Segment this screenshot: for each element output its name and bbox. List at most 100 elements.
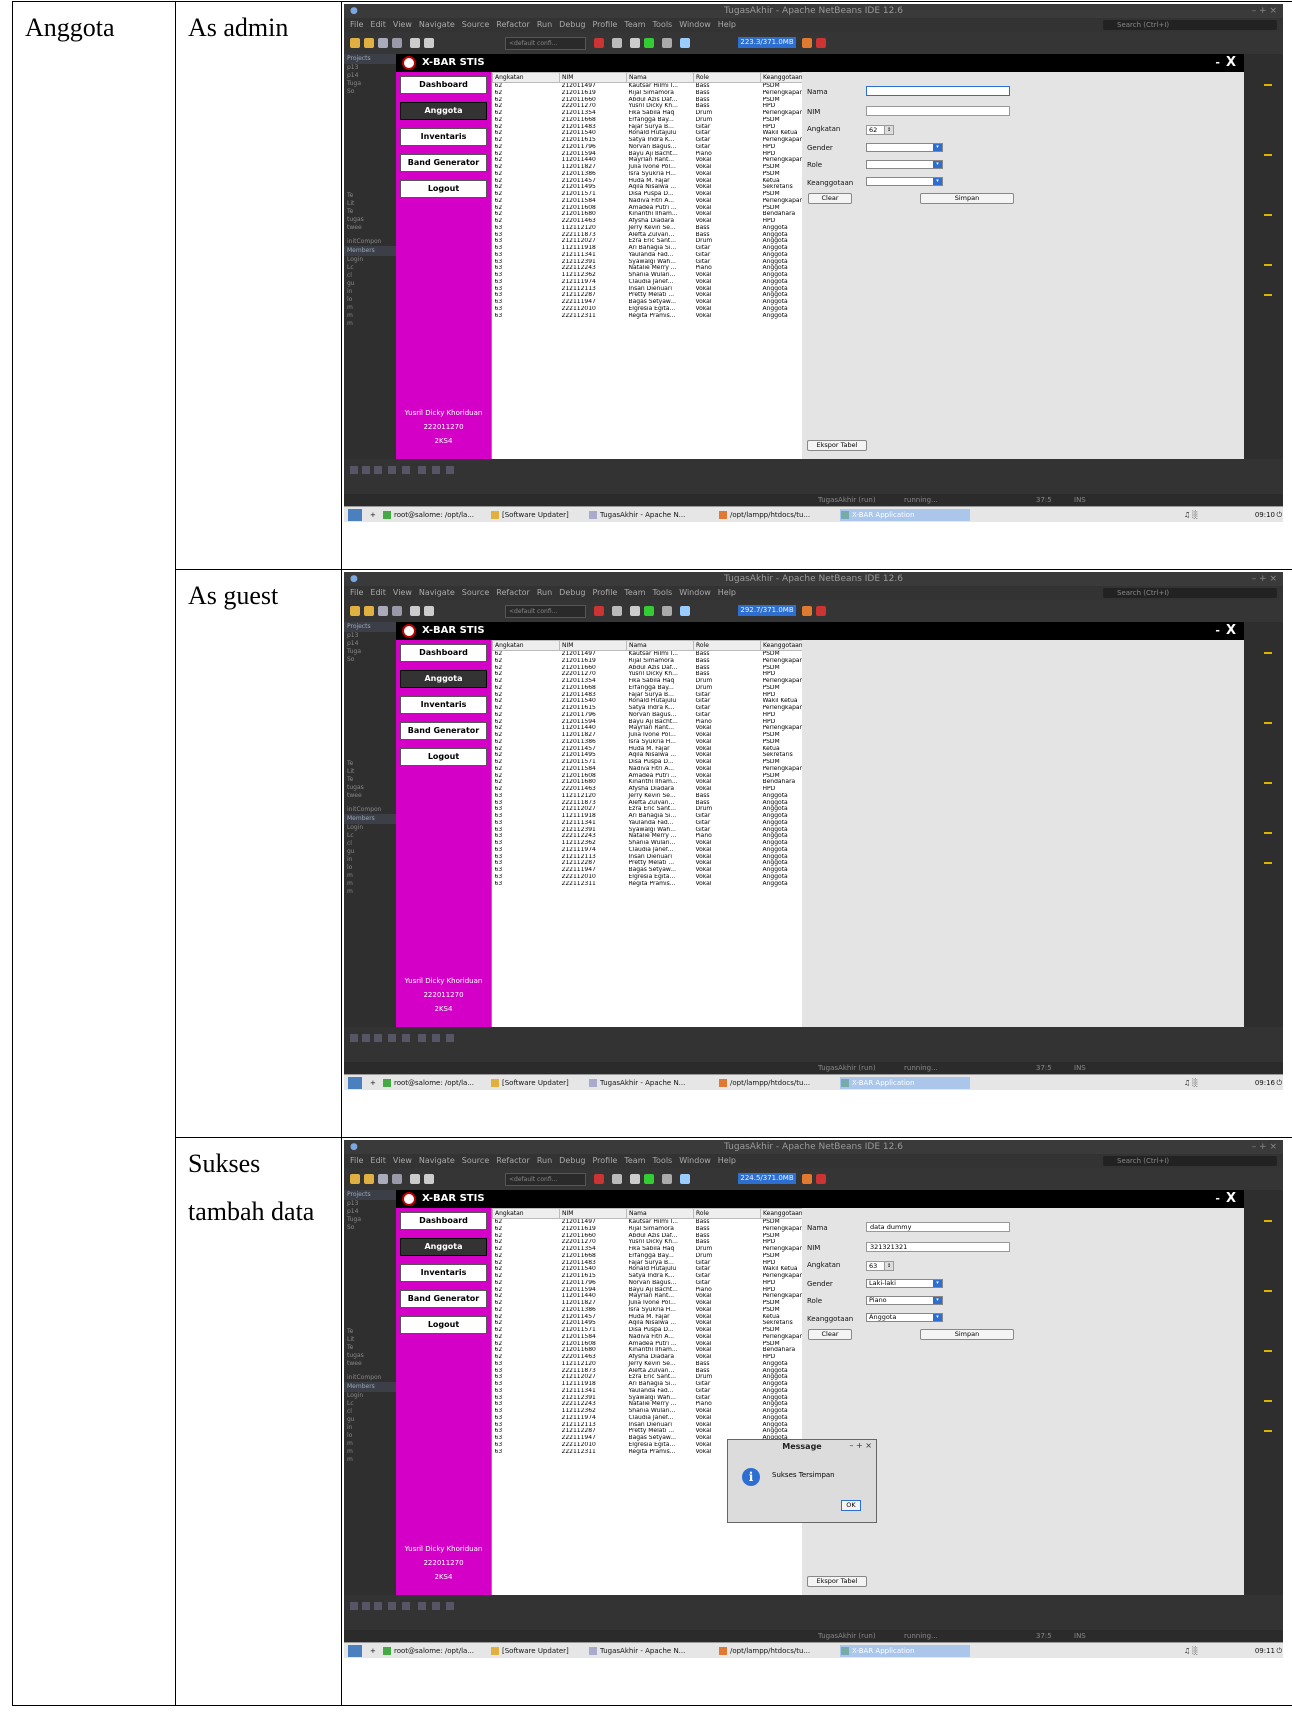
start-menu-button[interactable] bbox=[348, 509, 362, 521]
table-row[interactable]: 63 212111974 Claudia Janef... Vokal Anggota bbox=[493, 279, 829, 286]
member-item[interactable]: lo bbox=[344, 296, 396, 304]
project-tree-item[interactable] bbox=[344, 104, 396, 112]
table-row[interactable]: 63 222111873 Alefta Zulvan... Bass Anggota bbox=[493, 232, 829, 239]
project-tree-item[interactable] bbox=[344, 96, 396, 104]
menu-item[interactable]: View bbox=[393, 588, 412, 597]
new-file-icon[interactable] bbox=[364, 606, 374, 616]
table-row[interactable]: 62 212011584 Nadiva Fitri A... Vokal Perleng… bbox=[493, 766, 829, 773]
member-item[interactable]: cl bbox=[344, 1408, 396, 1416]
project-tree-item[interactable] bbox=[344, 1272, 396, 1280]
table-row[interactable]: 63 212111341 Yaulanda Fad... Gitar Anggota bbox=[493, 252, 829, 259]
debug-icon[interactable] bbox=[662, 38, 672, 48]
project-tree-item[interactable] bbox=[344, 672, 396, 680]
members-table-area[interactable]: Angkatan NIM Nama Role Keanggotaan 62 21201149… bbox=[491, 72, 829, 459]
table-row[interactable]: 62 222011270 Yusril Dicky Kh... Bass HPD bbox=[493, 1239, 829, 1246]
start-menu-button[interactable] bbox=[348, 1077, 362, 1089]
clean-build-icon[interactable] bbox=[612, 1174, 622, 1184]
column-header[interactable]: Role bbox=[693, 1208, 761, 1219]
menu-item[interactable]: Window bbox=[679, 1156, 711, 1165]
clear-button[interactable]: Clear bbox=[808, 193, 852, 204]
project-tree-item[interactable]: Tuga bbox=[344, 1216, 396, 1224]
gc2-icon[interactable] bbox=[816, 1174, 826, 1184]
table-row[interactable]: 63 112112120 Jerry Kevin Se... Bass Anggota bbox=[493, 793, 829, 800]
table-row[interactable]: 63 212112391 Syawalgi Wah... Gitar Anggota bbox=[493, 1395, 829, 1402]
project-tree-item[interactable]: Te bbox=[344, 776, 396, 784]
table-row[interactable]: 62 212011495 Aqila Nisalwa ... Vokal Sekreta… bbox=[493, 752, 829, 759]
table-row[interactable]: 63 222112243 Natalie Merry ... Piano Anggota bbox=[493, 833, 829, 840]
member-item[interactable]: in bbox=[344, 288, 396, 296]
project-tree-item[interactable]: p14 bbox=[344, 72, 396, 80]
column-header[interactable]: Angkatan bbox=[492, 1208, 560, 1219]
table-row[interactable]: 63 222111947 Bagas Setyaw... Vokal Anggota bbox=[493, 867, 829, 874]
menu-item[interactable]: Window bbox=[679, 588, 711, 597]
menu-item[interactable]: Edit bbox=[370, 588, 386, 597]
table-row[interactable]: 63 212112287 Pretty Melati ... Vokal Anggota bbox=[493, 292, 829, 299]
wrap-icon[interactable] bbox=[446, 1602, 454, 1610]
column-header[interactable]: NIM bbox=[559, 1208, 627, 1219]
nav-logout[interactable]: Logout bbox=[400, 748, 487, 766]
dialog-controls[interactable]: – + × bbox=[850, 1441, 873, 1450]
projects-tab[interactable]: Projects bbox=[344, 54, 396, 64]
members-table[interactable]: Angkatan NIM Nama Role Keanggotaan 62 21201149… bbox=[492, 1208, 829, 1455]
profile-icon[interactable] bbox=[680, 1174, 690, 1184]
gc2-icon[interactable] bbox=[816, 606, 826, 616]
member-item[interactable]: m bbox=[344, 1448, 396, 1456]
member-item[interactable]: m bbox=[344, 872, 396, 880]
project-tree-item[interactable] bbox=[344, 704, 396, 712]
debug-icon[interactable] bbox=[662, 1174, 672, 1184]
table-row[interactable]: 63 212112391 Syawalgi Wah... Gitar Anggota bbox=[493, 259, 829, 266]
table-row[interactable]: 63 112111918 Ari Bahagia Si... Gitar Anggota bbox=[493, 813, 829, 820]
close-button[interactable]: X bbox=[1226, 622, 1236, 640]
table-row[interactable]: 62 212011495 Aqila Nisalwa ... Vokal Sekreta… bbox=[493, 1320, 829, 1327]
table-row[interactable]: 62 112011827 Julia Ivone Pol... Vokal PSDM bbox=[493, 732, 829, 739]
project-tree-item[interactable]: tugas bbox=[344, 216, 396, 224]
test-icon[interactable] bbox=[630, 1174, 640, 1184]
profile-icon[interactable] bbox=[680, 606, 690, 616]
nav-dashboard[interactable]: Dashboard bbox=[400, 76, 487, 94]
table-row[interactable]: 62 212011584 Nadiva Fitri A... Vokal Perleng… bbox=[493, 1334, 829, 1341]
gc-icon[interactable] bbox=[802, 38, 812, 48]
table-row[interactable]: 62 212011540 Ronald Hutajulu Gitar Wakil Ket… bbox=[493, 1266, 829, 1273]
new-project-icon[interactable] bbox=[350, 606, 360, 616]
window-controls[interactable]: – + × bbox=[1252, 572, 1277, 586]
run-icon[interactable] bbox=[644, 38, 654, 48]
task-software-updater[interactable]: [Software Updater] bbox=[490, 509, 594, 521]
column-header[interactable]: Angkatan bbox=[492, 640, 560, 651]
menu-item[interactable]: Run bbox=[537, 588, 552, 597]
menu-item[interactable]: Debug bbox=[559, 20, 585, 29]
test-icon[interactable] bbox=[630, 606, 640, 616]
keanggotaan-select[interactable]: Anggota ▾ bbox=[866, 1313, 943, 1322]
table-row[interactable]: 63 212112027 Ezra Eric Sant... Drum Anggota bbox=[493, 1374, 829, 1381]
menu-item[interactable]: Source bbox=[462, 588, 489, 597]
table-row[interactable]: 62 212011584 Nadiva Fitri A... Vokal Perleng… bbox=[493, 198, 829, 205]
table-row[interactable]: 62 112011827 Julia Ivone Pol... Vokal PSDM bbox=[493, 164, 829, 171]
table-row[interactable]: 62 212011497 Kautsar Hilmi I... Bass PSDM bbox=[493, 651, 829, 658]
memory-indicator[interactable]: 292.7/371.0MB bbox=[738, 605, 796, 616]
undo-icon[interactable] bbox=[410, 38, 420, 48]
table-row[interactable]: 62 212011457 Huda M. Fajar Vokal Ketua bbox=[493, 746, 829, 753]
menu-item[interactable]: Navigate bbox=[419, 588, 455, 597]
project-tree-item[interactable]: p13 bbox=[344, 632, 396, 640]
pause-icon[interactable] bbox=[374, 466, 382, 474]
table-row[interactable]: 62 212011457 Huda M. Fajar Vokal Ketua bbox=[493, 178, 829, 185]
project-tree-item[interactable]: So bbox=[344, 1224, 396, 1232]
nav-anggota[interactable]: Anggota bbox=[400, 1238, 487, 1256]
nim-input[interactable] bbox=[866, 106, 1010, 116]
nama-input[interactable] bbox=[866, 86, 1010, 96]
task-terminal[interactable]: root@salome: /opt/la... bbox=[382, 1077, 494, 1089]
search-input[interactable]: Search (Ctrl+I) bbox=[1103, 1156, 1277, 1166]
power-icon[interactable]: ⏻ bbox=[1276, 1645, 1282, 1657]
power-icon[interactable]: ⏻ bbox=[1276, 509, 1282, 521]
menu-item[interactable]: Tools bbox=[653, 20, 673, 29]
table-row[interactable]: 62 212011660 Abdul Azis Daf... Bass PSDM bbox=[493, 97, 829, 104]
project-tree-item[interactable]: p14 bbox=[344, 640, 396, 648]
member-item[interactable]: in bbox=[344, 1424, 396, 1432]
tasks-icon[interactable] bbox=[388, 466, 396, 474]
table-row[interactable]: 62 112011440 Mayrlan Rant... Vokal Perlengka… bbox=[493, 725, 829, 732]
menu-item[interactable]: Debug bbox=[559, 588, 585, 597]
gender-select[interactable]: ▾ bbox=[866, 143, 943, 152]
task-file-manager[interactable]: /opt/lampp/htdocs/tu... bbox=[718, 509, 848, 521]
table-row[interactable]: 62 212011571 Disa Puspa D... Vokal PSDM bbox=[493, 759, 829, 766]
project-tree-item[interactable] bbox=[344, 696, 396, 704]
table-row[interactable]: 62 212011483 Fajar Surya B... Gitar HPD bbox=[493, 1260, 829, 1267]
